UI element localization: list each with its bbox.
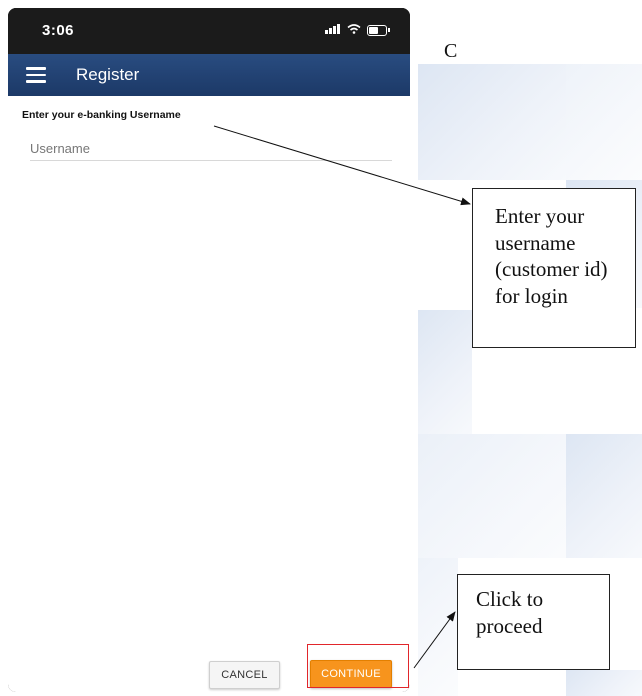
arrow-to-continue-button (413, 611, 456, 669)
annotation-arrows (213, 125, 471, 669)
arrow-to-username-callout (213, 125, 471, 206)
